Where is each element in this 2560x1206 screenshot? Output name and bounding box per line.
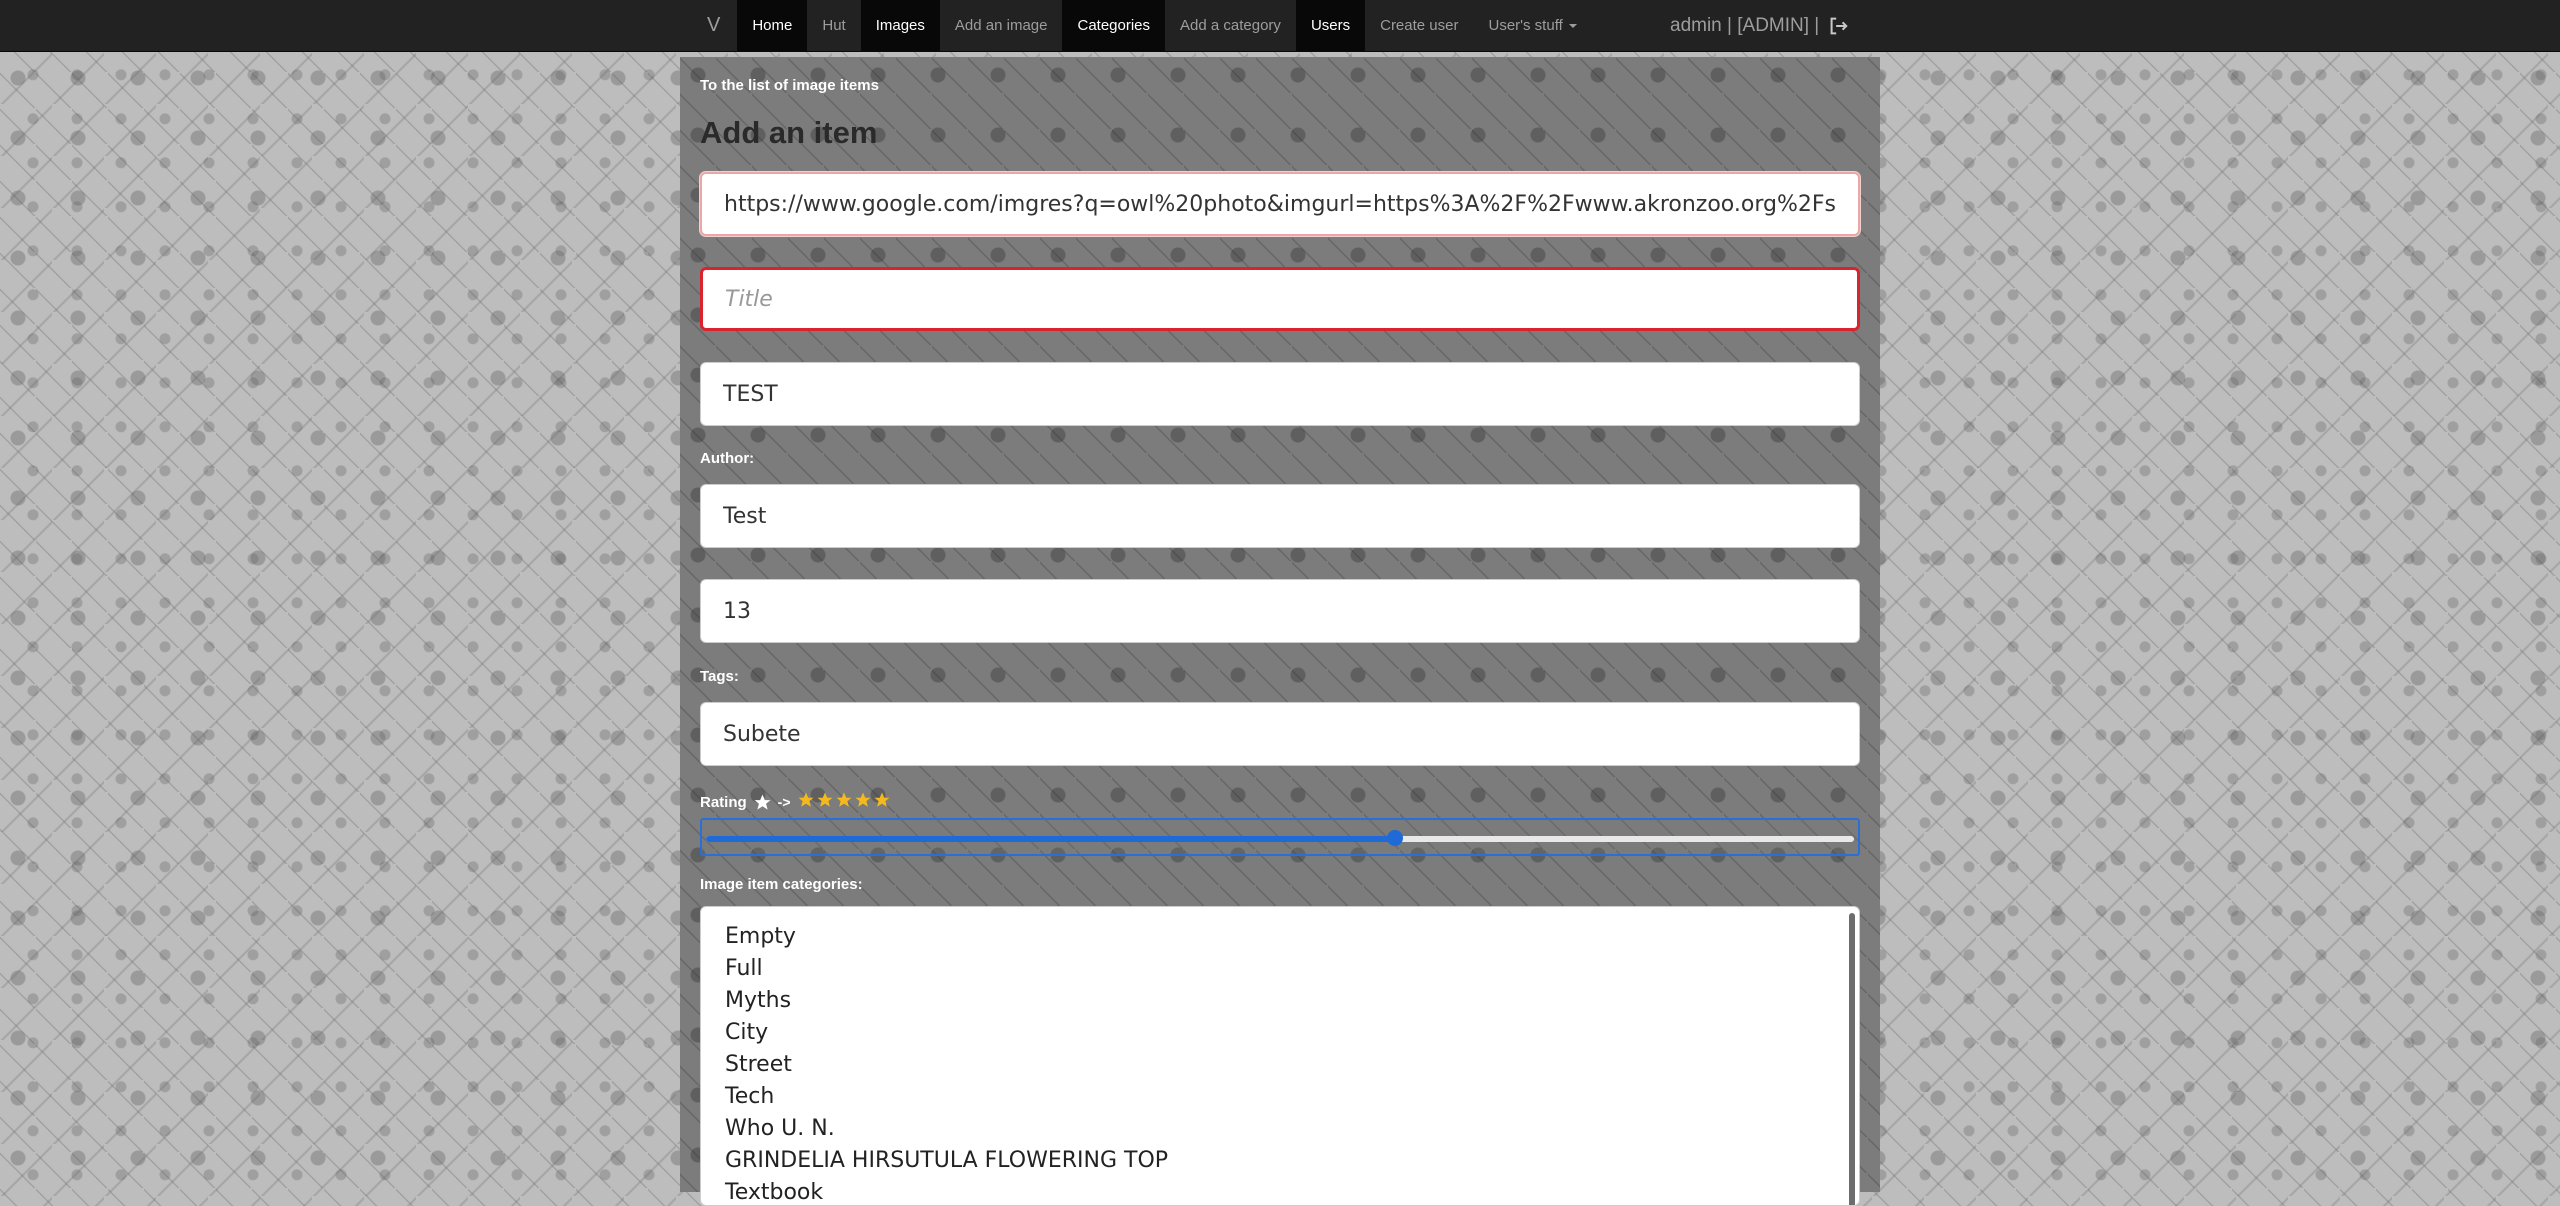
number-input[interactable] — [700, 579, 1860, 643]
slider-track — [706, 830, 1854, 846]
categories-options: Empty Full Myths City Street Tech Who U. N. GRI… — [701, 907, 1859, 1205]
nav-users[interactable]: Users — [1295, 0, 1366, 51]
brand-logo[interactable]: V — [690, 0, 737, 51]
title-input[interactable] — [700, 267, 1860, 331]
user-role-text: admin | [ADMIN] | — [1670, 14, 1820, 36]
nav-menu: V Home Hut Images Add an image Categorie… — [690, 0, 1592, 51]
category-option[interactable]: Tech — [701, 1081, 1859, 1113]
star-icon — [817, 792, 833, 807]
category-option[interactable]: GRINDELIA HIRSUTULA FLOWERING TOP — [701, 1145, 1859, 1177]
slider-fill — [706, 836, 1395, 842]
description-input[interactable] — [700, 362, 1860, 426]
category-option[interactable]: Who U. N. — [701, 1113, 1859, 1145]
nav-hut[interactable]: Hut — [807, 0, 860, 51]
nav-home[interactable]: Home — [737, 0, 808, 51]
category-option[interactable]: Empty — [701, 921, 1859, 953]
star-icon — [855, 792, 871, 807]
rating-slider[interactable] — [700, 818, 1860, 856]
image-url-input[interactable] — [700, 172, 1860, 236]
nav-add-image[interactable]: Add an image — [940, 0, 1063, 51]
slider-thumb[interactable] — [1386, 830, 1403, 846]
top-navbar: V Home Hut Images Add an image Categorie… — [0, 0, 2560, 52]
add-item-panel: To the list of image items Add an item A… — [680, 57, 1880, 1206]
nav-add-category[interactable]: Add a category — [1165, 0, 1296, 51]
nav-users-stuff-label: User's stuff — [1488, 17, 1563, 34]
author-input[interactable] — [700, 484, 1860, 548]
back-to-list-link[interactable]: To the list of image items — [700, 77, 879, 94]
category-option[interactable]: Street — [701, 1049, 1859, 1081]
category-option[interactable]: Full — [701, 953, 1859, 985]
categories-listbox[interactable]: Empty Full Myths City Street Tech Who U. N. GRI… — [700, 906, 1860, 1206]
nav-categories[interactable]: Categories — [1062, 0, 1166, 51]
rating-label-text: Rating — [700, 793, 747, 811]
rating-arrow: -> — [777, 794, 791, 810]
nav-create-user[interactable]: Create user — [1365, 0, 1473, 51]
star-icon — [798, 792, 814, 807]
listbox-scrollbar[interactable] — [1849, 913, 1855, 1205]
caret-down-icon — [1568, 23, 1577, 28]
star-icon — [874, 792, 890, 807]
tags-input[interactable] — [700, 702, 1860, 766]
page-title: Add an item — [700, 115, 878, 150]
nav-users-stuff-dropdown[interactable]: User's stuff — [1473, 0, 1591, 51]
rating-label: Rating -> — [700, 791, 892, 813]
logout-icon[interactable] — [1827, 15, 1849, 37]
user-info: admin | [ADMIN] | — [1670, 0, 1849, 51]
category-option[interactable]: City — [701, 1017, 1859, 1049]
categories-label: Image item categories: — [700, 876, 863, 893]
star-outline-icon — [754, 794, 771, 810]
rating-stars — [797, 791, 892, 813]
tags-label: Tags: — [700, 668, 739, 685]
nav-images[interactable]: Images — [860, 0, 940, 51]
category-option[interactable]: Myths — [701, 985, 1859, 1017]
star-icon — [836, 792, 852, 807]
author-label: Author: — [700, 450, 755, 467]
